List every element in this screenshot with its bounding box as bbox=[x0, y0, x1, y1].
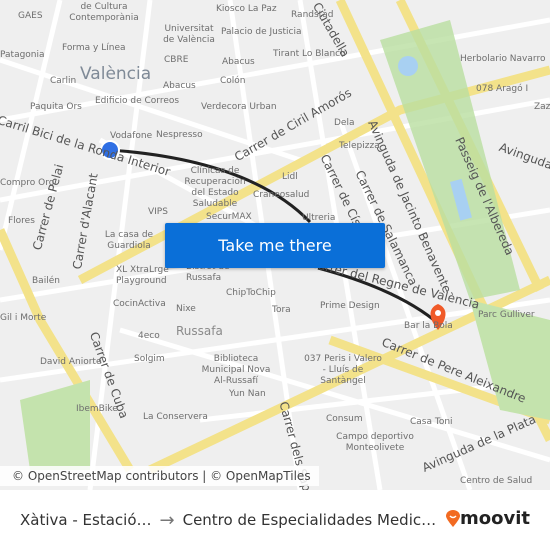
map-attribution[interactable]: © OpenStreetMap contributors | © OpenMap… bbox=[0, 466, 319, 486]
poi-label: Tirant Lo Blanch bbox=[273, 49, 346, 59]
poi-label: Randstad bbox=[291, 10, 334, 20]
poi-label: Flores bbox=[8, 216, 35, 226]
poi-label: Vodafone bbox=[110, 131, 153, 141]
poi-label: Verdecora Urban bbox=[201, 102, 277, 112]
poi-label: Abacus bbox=[163, 81, 196, 91]
city-label: València bbox=[80, 64, 152, 84]
poi-label: Palacio de Justicia bbox=[221, 27, 302, 37]
poi-label: Colón bbox=[220, 76, 246, 86]
poi-label: CocinActiva bbox=[113, 299, 166, 309]
poi-label: Tora bbox=[272, 305, 291, 315]
poi-label: Paquita Ors bbox=[30, 102, 82, 112]
poi-label: Patagonia bbox=[0, 50, 45, 60]
poi-label: Consum bbox=[326, 414, 363, 424]
poi-label: Yun Nan bbox=[229, 389, 266, 399]
poi-label: Telepizza bbox=[339, 141, 380, 151]
poi-label: 078 Aragó I bbox=[476, 84, 529, 94]
poi-label: Compro Oro bbox=[0, 178, 55, 188]
poi-label: Forma y Línea bbox=[62, 43, 126, 53]
map[interactable]: València Russafa Carril Bici de la Ronda… bbox=[0, 0, 550, 490]
poi-label: Kiosco La Paz bbox=[216, 4, 277, 14]
poi-label: Lidl bbox=[282, 172, 298, 182]
poi-label: Solgim bbox=[134, 354, 165, 364]
poi-label: Abacus bbox=[222, 57, 255, 67]
poi-label: IbemBike bbox=[76, 404, 118, 414]
destination-name: Centro de Especialidades Medic… bbox=[182, 511, 437, 529]
poi-label: La Conservera bbox=[143, 412, 208, 422]
poi-label: Carlin bbox=[50, 76, 77, 86]
poi-label: Bar la Bola bbox=[404, 321, 453, 331]
poi-label: Universitat de València bbox=[163, 24, 215, 45]
poi-label: XL XtraLrge Playground bbox=[116, 265, 169, 286]
poi-label: Bailén bbox=[32, 276, 60, 286]
poi-label: David Aniorte bbox=[40, 357, 102, 367]
poi-label: Edificio de Correos bbox=[95, 96, 180, 106]
moovit-logo: moovit bbox=[446, 508, 530, 529]
poi-label: Herbolario Navarro bbox=[460, 54, 546, 64]
moovit-pin-icon bbox=[446, 509, 460, 527]
poi-label: CBRE bbox=[164, 55, 189, 65]
poi-label: Craneosalud bbox=[253, 190, 310, 200]
poi-label: Biblioteca Municipal Nova Al-Russafí bbox=[201, 354, 271, 386]
poi-label: Prime Design bbox=[320, 301, 380, 311]
poi-label: Clínicas de Recuperación del Estado Salu… bbox=[184, 166, 246, 209]
poi-label: Dela bbox=[334, 118, 355, 128]
poi-label: SecurMAX bbox=[206, 212, 252, 222]
poi-label: Parc Gulliver bbox=[478, 310, 535, 320]
origin-name: Xàtiva - Estació… bbox=[20, 511, 152, 529]
district-label: Russafa bbox=[176, 324, 223, 338]
poi-label: VIPS bbox=[148, 207, 168, 217]
poi-label: Gil i Morte bbox=[0, 313, 47, 323]
poi-label: de Cultura Contemporània bbox=[69, 2, 139, 23]
poi-label: Campo deportivo Monteolivete bbox=[336, 432, 414, 453]
brand-name: moovit bbox=[460, 508, 530, 529]
poi-label: Zazu bbox=[534, 102, 550, 112]
poi-label: Nixe bbox=[176, 304, 196, 314]
poi-label: La casa de Guardiola bbox=[104, 230, 154, 251]
arrow-right-icon: → bbox=[159, 509, 175, 531]
take-me-there-button[interactable]: Take me there bbox=[165, 223, 385, 268]
poi-label: 4eco bbox=[138, 331, 160, 341]
poi-label: 037 Peris i Valero - Lluís de Santàngel bbox=[304, 354, 382, 386]
poi-label: Nespresso bbox=[156, 130, 203, 140]
poi-label: Casa Toni bbox=[410, 417, 453, 427]
poi-label: GAES bbox=[18, 11, 43, 21]
poi-label: Centro de Salud bbox=[460, 476, 533, 486]
poi-label: ChipToChip bbox=[226, 288, 276, 298]
